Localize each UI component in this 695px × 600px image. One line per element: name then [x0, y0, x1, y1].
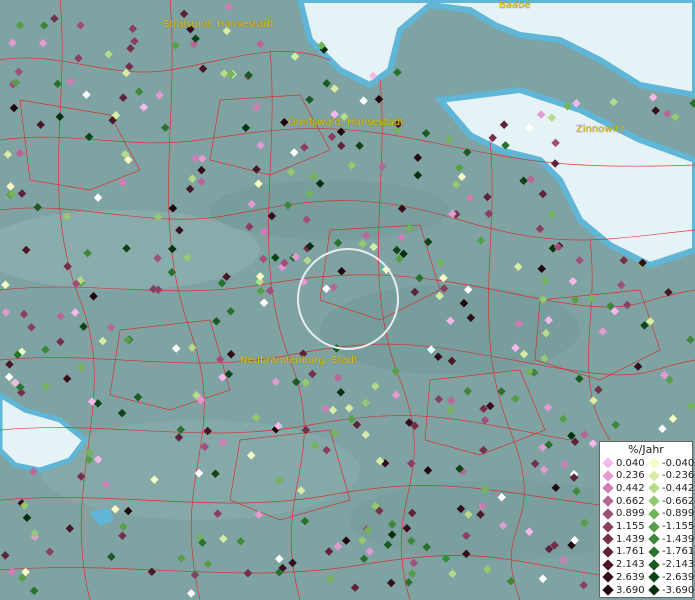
legend-swatch: [602, 546, 614, 558]
place-label-stralsund: Stralsund, Hansestadt: [163, 19, 274, 30]
legend-value: -0.899: [662, 508, 695, 520]
legend-swatch: [602, 558, 614, 571]
legend-swatch: [602, 470, 614, 482]
legend-swatch: [648, 482, 660, 495]
legend-value: -1.761: [662, 546, 695, 558]
legend-value: -2.639: [662, 571, 695, 583]
legend-swatch: [602, 584, 614, 596]
legend-entry-pos: 0.040: [600, 457, 646, 469]
legend-entry-neg: -2.143: [646, 558, 695, 571]
legend-swatch: [602, 495, 614, 507]
legend-value: 1.155: [616, 521, 645, 532]
legend-value: -0.040: [662, 457, 695, 469]
legend-value: 1.761: [616, 546, 645, 558]
legend-entry-pos: 0.662: [600, 495, 646, 507]
legend-entry-neg: -0.236: [646, 470, 695, 482]
legend-entry-pos: 1.439: [600, 533, 646, 545]
legend-entry-pos: 2.639: [600, 571, 646, 583]
legend-value: 0.442: [616, 482, 645, 494]
legend-entry-neg: -0.662: [646, 495, 695, 507]
legend-value: -1.155: [662, 521, 695, 532]
legend-entry-pos: 2.143: [600, 558, 646, 571]
legend-entry-neg: -0.899: [646, 508, 695, 520]
legend-panel: %/Jahr 0.040 -0.040 0.236 -0.236 0.442 -0.442…: [599, 441, 695, 598]
place-label-neubrandenburg: Neubrandenburg, Stadt: [240, 355, 358, 366]
legend-value: -0.442: [662, 482, 695, 494]
legend-entry-pos: 1.761: [600, 546, 646, 558]
legend-entry-neg: -2.639: [646, 571, 695, 583]
legend-entry-pos: 1.155: [600, 520, 646, 533]
legend-swatch: [602, 482, 614, 495]
place-label-zinnowitz: Zinnowitz: [576, 124, 625, 135]
legend-value: -0.236: [662, 470, 695, 482]
legend-swatch: [648, 457, 660, 469]
legend-swatch: [648, 558, 660, 571]
legend-entry-neg: -1.439: [646, 533, 695, 545]
legend-swatch: [648, 584, 660, 596]
legend-value: -0.662: [662, 495, 695, 507]
legend-entry-pos: 0.442: [600, 482, 646, 495]
legend-swatch: [648, 546, 660, 558]
legend-entry-neg: -1.761: [646, 546, 695, 558]
legend-value: 0.236: [616, 470, 645, 482]
legend-swatch: [602, 457, 614, 469]
legend-entry-neg: -1.155: [646, 520, 695, 533]
map-canvas[interactable]: [0, 0, 695, 600]
legend-swatch: [648, 495, 660, 507]
legend-entry-neg: -0.040: [646, 457, 695, 469]
legend-entry-pos: 0.236: [600, 470, 646, 482]
legend-entry-pos: 3.690: [600, 584, 646, 596]
legend-swatch: [602, 520, 614, 533]
legend-value: -2.143: [662, 559, 695, 571]
legend-swatch: [648, 533, 660, 545]
legend-title: %/Jahr: [628, 443, 664, 456]
legend-value: 2.143: [616, 559, 645, 571]
legend-swatch: [602, 508, 614, 520]
legend-entry-neg: -3.690: [646, 584, 695, 596]
legend-value: 0.040: [616, 457, 645, 469]
legend-swatch: [648, 520, 660, 533]
place-label-baabe: Baabe: [499, 0, 531, 11]
legend-swatch: [648, 470, 660, 482]
legend-value: -3.690: [662, 584, 695, 596]
legend-swatch: [602, 533, 614, 545]
legend-swatch: [648, 571, 660, 583]
legend-value: -1.439: [662, 533, 695, 545]
place-label-greifswald: Greifswald, Hansestadt: [288, 117, 404, 128]
legend-entry-neg: -0.442: [646, 482, 695, 495]
legend-value: 0.899: [616, 508, 645, 520]
legend-value: 3.690: [616, 584, 645, 596]
legend-value: 1.439: [616, 533, 645, 545]
legend-value: 0.662: [616, 495, 645, 507]
legend-value: 2.639: [616, 571, 645, 583]
legend-swatch: [602, 571, 614, 583]
legend-swatch: [648, 508, 660, 520]
legend-entry-pos: 0.899: [600, 508, 646, 520]
